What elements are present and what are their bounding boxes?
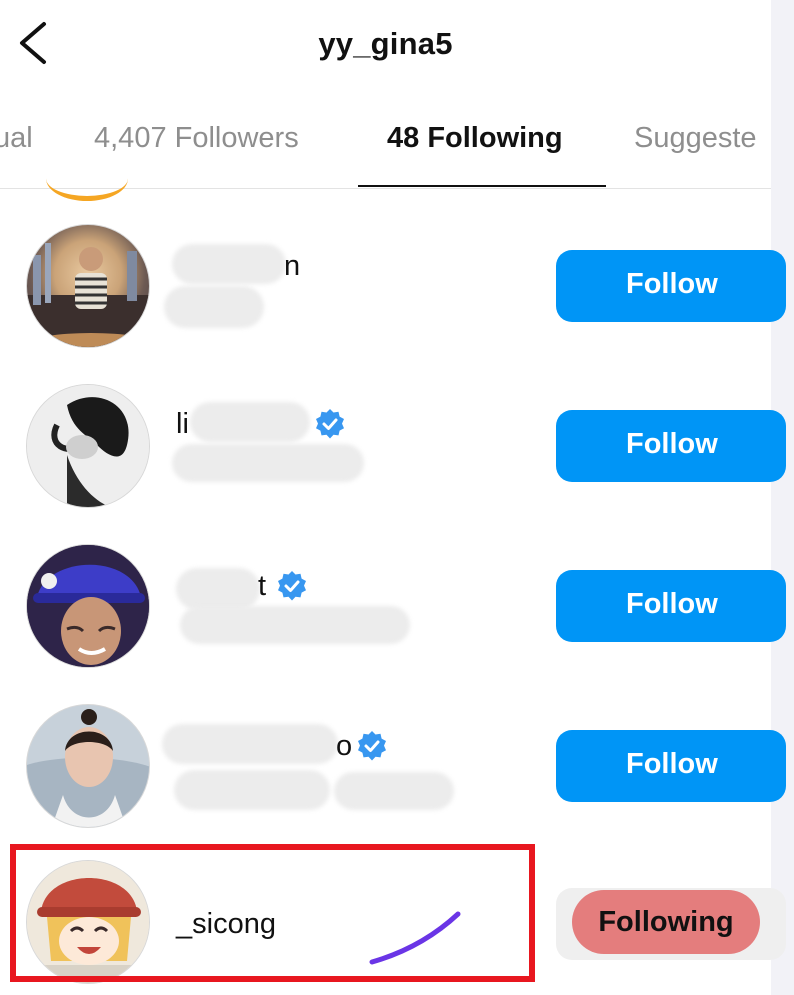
- follow-button[interactable]: Follow: [556, 250, 786, 322]
- tab-suggested[interactable]: Suggeste: [634, 122, 757, 155]
- story-ring: [46, 156, 128, 201]
- avatar[interactable]: [26, 544, 150, 668]
- list-item[interactable]: t Follow: [0, 526, 786, 686]
- tab-followers[interactable]: 4,407 Followers: [94, 122, 299, 155]
- redacted-full-name: [164, 286, 264, 328]
- redacted-full-name: [334, 772, 454, 810]
- list-item[interactable]: n Follow: [0, 206, 786, 366]
- follow-button[interactable]: Follow: [556, 730, 786, 802]
- redacted-username: [176, 568, 260, 610]
- avatar[interactable]: [26, 384, 150, 508]
- follow-button[interactable]: Follow: [556, 570, 786, 642]
- verified-badge-icon: [316, 409, 344, 439]
- tab-following[interactable]: 48 Following: [387, 122, 563, 155]
- avatar-image: [27, 385, 149, 507]
- avatar[interactable]: [26, 224, 150, 348]
- avatar-image: [27, 243, 149, 347]
- verified-badge-icon: [358, 731, 386, 761]
- verified-badge-icon: [278, 571, 306, 601]
- redacted-full-name: [180, 606, 410, 644]
- following-button-container: Following: [556, 888, 786, 960]
- username: o: [336, 730, 353, 762]
- redacted-username: [190, 402, 310, 442]
- redacted-full-name: [172, 444, 364, 482]
- page-title: yy_gina5: [318, 26, 453, 61]
- follow-button[interactable]: Follow: [556, 410, 786, 482]
- list-item[interactable]: o Follow: [0, 686, 786, 846]
- avatar-image: [27, 545, 149, 667]
- redacted-full-name: [174, 770, 330, 810]
- scrollbar-gutter: [771, 0, 794, 995]
- tab-mutual[interactable]: ual: [0, 122, 33, 155]
- following-button[interactable]: Following: [572, 890, 760, 954]
- redacted-username: [162, 724, 338, 764]
- avatar-image: [27, 705, 149, 827]
- avatar[interactable]: [26, 704, 150, 828]
- username: li: [176, 408, 189, 440]
- username: t: [258, 570, 267, 602]
- active-tab-indicator: [358, 185, 606, 187]
- redacted-username: [172, 244, 286, 284]
- username: n: [284, 250, 301, 282]
- highlight-box: [10, 844, 535, 982]
- list-item[interactable]: li Follow: [0, 366, 786, 526]
